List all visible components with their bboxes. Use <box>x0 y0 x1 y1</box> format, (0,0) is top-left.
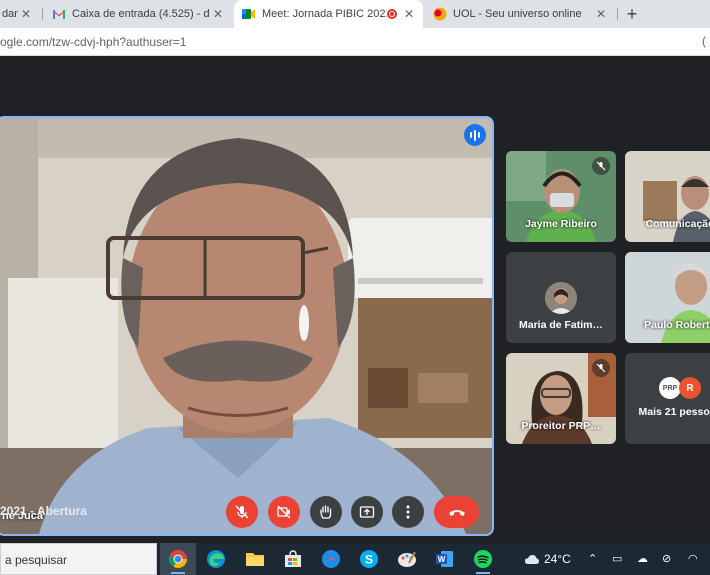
cloud-icon <box>525 555 539 564</box>
chrome-icon[interactable] <box>167 548 189 574</box>
paint-icon[interactable] <box>396 548 418 570</box>
meet-icon <box>242 7 256 21</box>
url-overflow: ( <box>702 34 706 48</box>
tab-gmail-title: Caixa de entrada (4.525) - daniel. <box>72 8 210 20</box>
address-bar[interactable]: ogle.com/tzw-cdvj-hph?authuser=1 ( <box>0 28 710 56</box>
file-explorer-icon[interactable] <box>244 548 266 570</box>
mic-off-button[interactable] <box>226 496 258 528</box>
overflow-avatars: PRP R <box>659 377 701 401</box>
tab-uol[interactable]: UOL - Seu universo online ✕ <box>425 0 615 28</box>
tab-1-title: dani <box>2 8 18 20</box>
edge-icon[interactable] <box>205 548 227 570</box>
meet-stage: né Jucá Jayme Ribeiro Comunicação Maria … <box>0 56 710 543</box>
browser-tab-strip: dani ✕ Caixa de entrada (4.525) - daniel… <box>0 0 710 28</box>
url-text[interactable]: ogle.com/tzw-cdvj-hph?authuser=1 <box>0 35 186 49</box>
mic-off-icon <box>592 157 610 175</box>
new-tab-button[interactable]: + <box>622 4 642 24</box>
present-icon <box>359 506 375 518</box>
svg-text:S: S <box>365 553 373 567</box>
meeting-title: 2021 - Abertura <box>0 504 87 518</box>
browser-icon[interactable] <box>320 548 342 570</box>
hand-icon <box>320 505 332 519</box>
tab-meet-title: Meet: Jornada PIBIC 2021 - A <box>262 8 387 20</box>
weather-widget[interactable]: 24°C <box>524 552 571 566</box>
recording-icon <box>387 9 397 19</box>
tab-uol-title: UOL - Seu universo online <box>453 8 582 20</box>
participant-tile[interactable]: Proreitor PRP… <box>506 353 616 444</box>
participant-tile[interactable]: Maria de Fatim… <box>506 252 616 343</box>
svg-text:W: W <box>438 555 446 564</box>
mic-off-icon <box>592 359 610 377</box>
cloud-sync-icon[interactable]: ☁ <box>637 552 648 565</box>
mic-off-icon <box>235 505 249 519</box>
more-participants-label: Mais 21 pessoas <box>638 406 710 418</box>
chevron-up-icon[interactable]: ⌃ <box>588 552 597 565</box>
word-icon[interactable]: W <box>434 548 456 570</box>
close-icon[interactable]: ✕ <box>593 7 609 21</box>
speaking-indicator-icon <box>464 124 486 146</box>
leave-call-button[interactable] <box>434 496 479 528</box>
gmail-icon <box>52 7 66 21</box>
raise-hand-button[interactable] <box>310 496 342 528</box>
more-participants-tile[interactable]: PRP R Mais 21 pessoas <box>625 353 710 444</box>
camera-off-button[interactable] <box>268 496 300 528</box>
hang-up-icon <box>448 510 465 516</box>
speaker-video-image <box>0 118 492 534</box>
uol-icon <box>433 7 447 21</box>
participant-name: Proreitor PRP… <box>521 420 601 432</box>
search-text: a pesquisar <box>5 553 68 567</box>
avatar: R <box>679 377 701 399</box>
participant-tile[interactable]: Paulo Roberto <box>625 252 710 343</box>
temperature: 24°C <box>544 552 571 566</box>
present-button[interactable] <box>351 496 383 528</box>
tab-1[interactable]: dani ✕ <box>0 0 40 28</box>
store-icon[interactable] <box>282 548 304 570</box>
tab-gmail[interactable]: Caixa de entrada (4.525) - daniel. ✕ <box>44 0 232 28</box>
skype-icon[interactable]: S <box>358 548 380 570</box>
wifi-icon[interactable]: ◠ <box>688 552 698 565</box>
close-icon[interactable]: ✕ <box>18 7 34 21</box>
main-speaker-video[interactable]: né Jucá <box>0 116 494 536</box>
close-icon[interactable]: ✕ <box>401 7 417 21</box>
participant-name: Jayme Ribeiro <box>525 218 597 230</box>
participant-name: Maria de Fatim… <box>518 319 604 331</box>
close-icon[interactable]: ✕ <box>210 7 226 21</box>
more-options-button[interactable] <box>392 496 424 528</box>
spotify-icon[interactable] <box>472 548 494 574</box>
participant-tile[interactable]: Comunicação <box>625 151 710 242</box>
participant-tile[interactable]: Jayme Ribeiro <box>506 151 616 242</box>
avatar: PRP <box>659 377 681 399</box>
participant-name: Comunicação <box>645 218 710 230</box>
avatar <box>545 282 577 314</box>
participant-name: Paulo Roberto <box>644 319 710 331</box>
more-vert-icon <box>406 505 410 519</box>
display-icon[interactable]: ▭ <box>612 552 622 565</box>
windows-taskbar: a pesquisar S W 24°C ⌃ ▭ ☁ ⊘ ◠ <box>0 543 710 575</box>
network-alert-icon[interactable]: ⊘ <box>662 552 671 565</box>
tab-meet[interactable]: Meet: Jornada PIBIC 2021 - A ✕ <box>234 0 423 28</box>
taskbar-search-box[interactable]: a pesquisar <box>0 543 157 575</box>
camera-off-icon <box>277 505 291 519</box>
